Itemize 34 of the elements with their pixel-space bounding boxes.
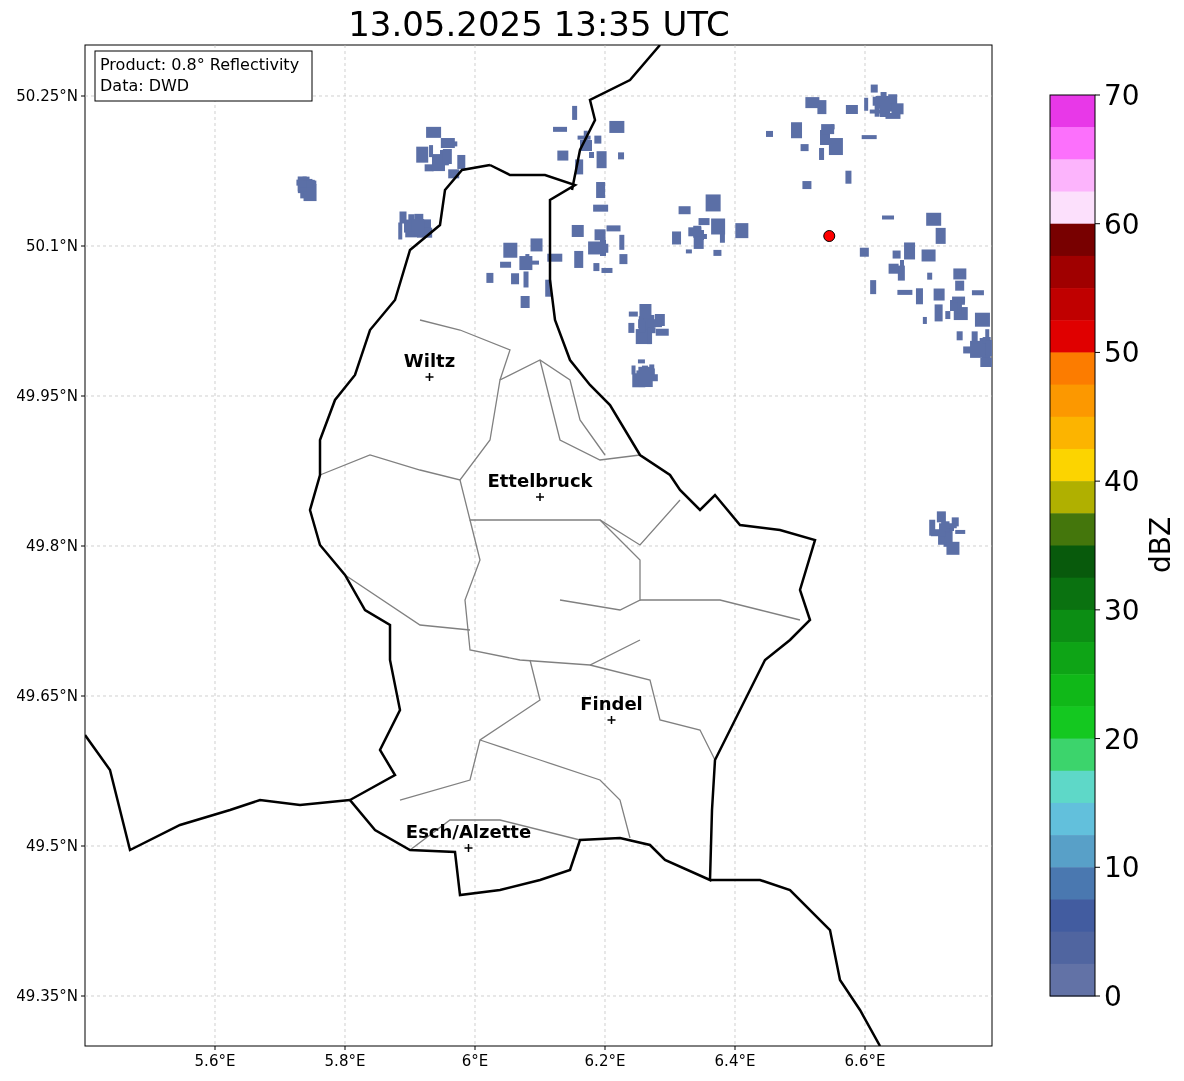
colorbar-tick-label: 40 xyxy=(1104,465,1140,499)
colorbar-tick-label: 30 xyxy=(1104,593,1140,627)
axis-tick-label: 49.95°N xyxy=(16,387,78,405)
chart-title: 13.05.2025 13:35 UTC xyxy=(348,4,730,44)
axis-tick-label: 6.6°E xyxy=(844,1052,886,1070)
colorbar-tick-label: 10 xyxy=(1104,851,1140,885)
city-label: Ettelbruck xyxy=(487,470,593,491)
info-text: Data: DWD xyxy=(100,76,190,95)
city-marker-icon xyxy=(424,372,435,382)
axis-tick-label: 5.8°E xyxy=(324,1052,366,1070)
colorbar-tick-label: 60 xyxy=(1104,207,1140,241)
axis-tick-label: 49.65°N xyxy=(16,687,78,705)
colorbar-tick-label: 70 xyxy=(1104,79,1140,112)
city-label: Esch/Alzette xyxy=(405,821,532,842)
axis-tick-label: 6.2°E xyxy=(584,1052,626,1070)
colorbar-label: dBZ xyxy=(1144,516,1177,574)
colorbar-tick-label: 20 xyxy=(1104,722,1140,756)
axis-tick-label: 49.5°N xyxy=(25,837,78,855)
axis-tick-label: 49.35°N xyxy=(16,987,78,1005)
axis-tick-label: 49.8°N xyxy=(25,537,78,555)
axis-tick-label: 6°E xyxy=(461,1052,489,1070)
city-marker-icon xyxy=(535,492,545,502)
colorbar-tick-label: 50 xyxy=(1104,336,1140,370)
axis-tick-label: 6.4°E xyxy=(714,1052,756,1070)
radar-site-marker-icon xyxy=(823,230,836,242)
city-marker-icon xyxy=(463,843,474,853)
colorbar-tick-label: 0 xyxy=(1104,980,1122,1013)
axis-tick-label: 50.1°N xyxy=(25,237,78,255)
city-label: Wiltz xyxy=(403,350,456,371)
info-text: Product: 0.8° Reflectivity xyxy=(100,55,300,74)
axis-tick-label: 50.25°N xyxy=(16,87,78,105)
city-label: Findel xyxy=(580,693,643,714)
axis-tick-label: 5.6°E xyxy=(194,1052,236,1070)
city-marker-icon xyxy=(606,715,617,725)
